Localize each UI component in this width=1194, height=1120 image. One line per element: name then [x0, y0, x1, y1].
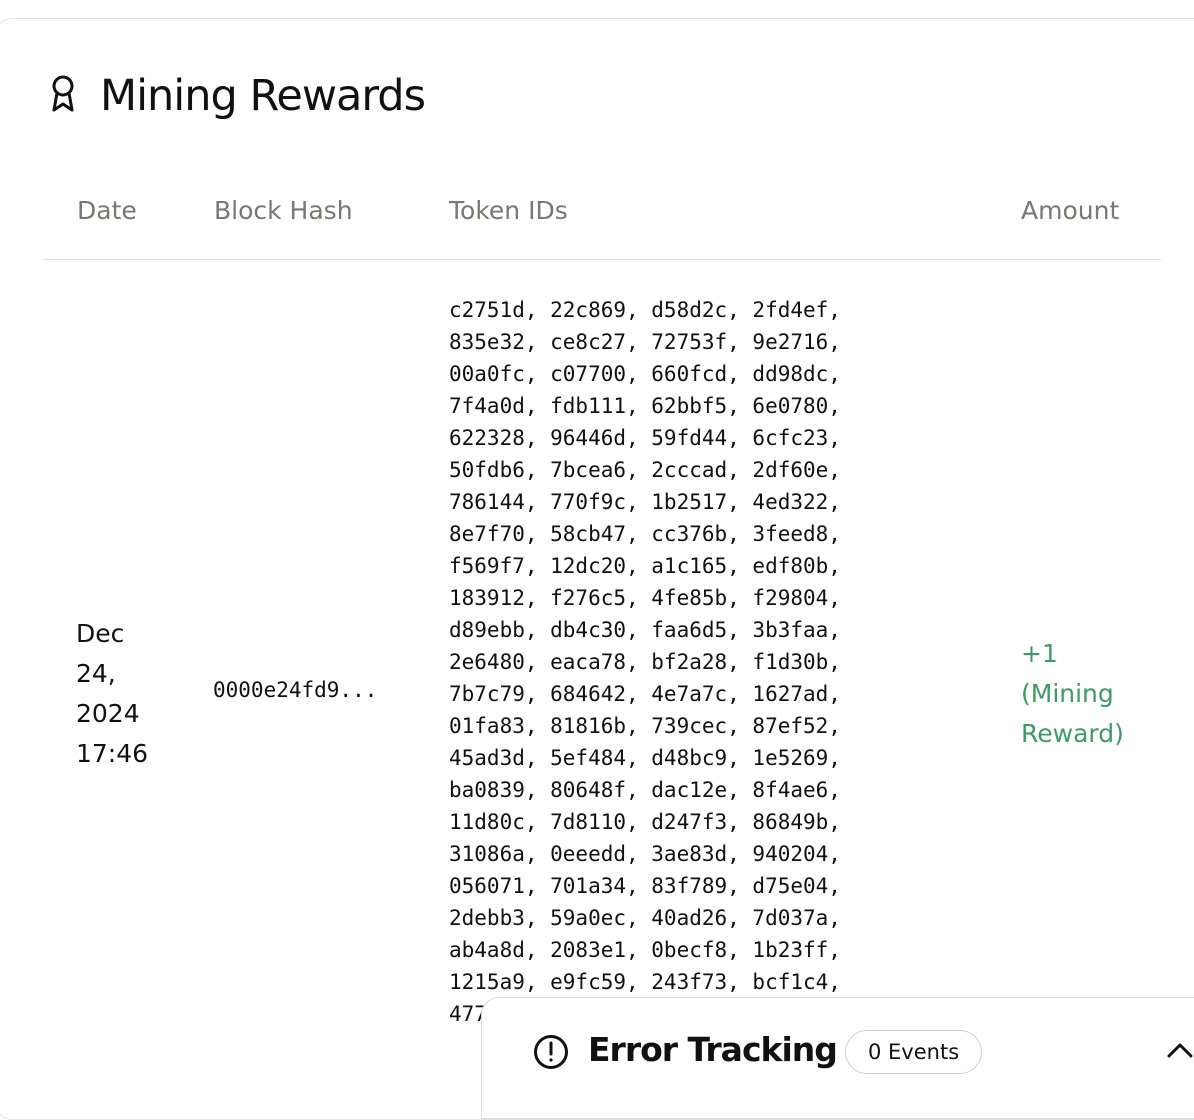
error-tracking-panel[interactable]: Error Tracking 0 Events [481, 997, 1194, 1119]
events-count-badge: 0 Events [845, 1030, 983, 1074]
date-cell: Dec 24, 2024 17:46 [76, 619, 149, 768]
page-title: Mining Rewards [100, 71, 426, 121]
column-header-amount[interactable]: Amount [1021, 196, 1119, 225]
amount-cell: +1 (Mining Reward) [1021, 639, 1124, 748]
column-header-date[interactable]: Date [77, 196, 137, 225]
column-header-token-ids[interactable]: Token IDs [449, 196, 568, 225]
header-divider [44, 259, 1161, 260]
block-hash-cell[interactable]: 0000e24fd9... [213, 678, 377, 702]
award-ribbon-icon [48, 74, 100, 119]
column-header-block-hash[interactable]: Block Hash [214, 196, 353, 225]
page-header: Mining Rewards [48, 68, 426, 124]
error-tracking-title: Error Tracking [588, 1030, 838, 1069]
alert-circle-icon [533, 1034, 569, 1070]
token-ids-cell: c2751d, 22c869, d58d2c, 2fd4ef, 835e32, … [449, 298, 854, 1026]
chevron-up-icon[interactable] [1166, 1040, 1194, 1060]
